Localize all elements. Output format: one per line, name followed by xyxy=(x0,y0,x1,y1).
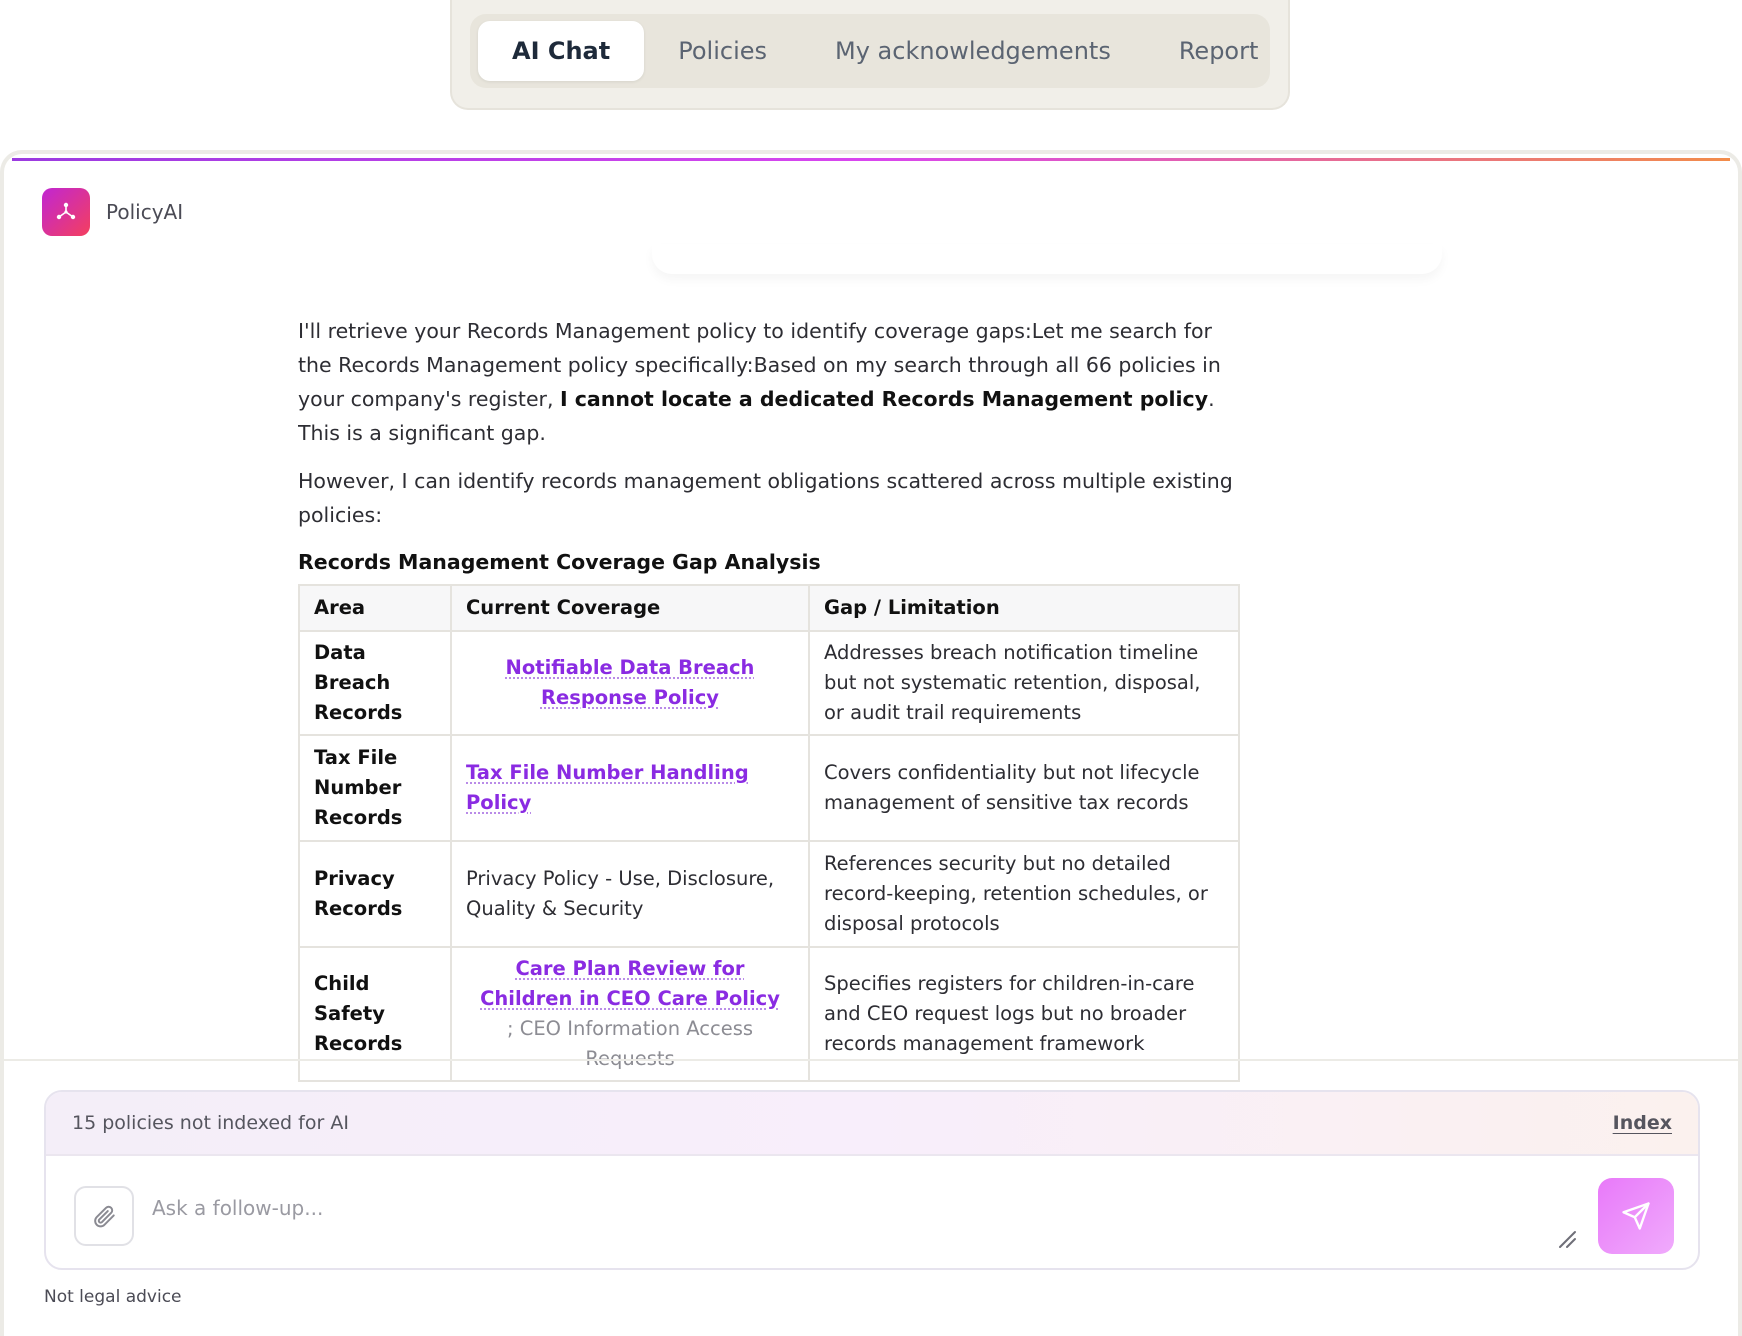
network-nodes-icon xyxy=(42,188,90,236)
coverage-extra-text: ; CEO Information Access Requests xyxy=(506,1017,754,1070)
table-row: Tax File Number Records Tax File Number … xyxy=(298,734,1240,842)
coverage-gap-table: Area Current Coverage Gap / Limitation D… xyxy=(298,584,1240,1082)
table-heading: Records Management Coverage Gap Analysis xyxy=(298,550,821,574)
gap-cell: Covers confidentiality but not lifecycle… xyxy=(808,734,1240,842)
message-composer: 15 policies not indexed for AI Index xyxy=(44,1090,1700,1270)
composer-divider xyxy=(4,1059,1738,1061)
follow-up-input[interactable] xyxy=(152,1188,1592,1228)
area-cell: Data Breach Records xyxy=(298,630,452,736)
index-notice-text: 15 policies not indexed for AI xyxy=(72,1112,349,1134)
message-paragraph-1: I'll retrieve your Records Management po… xyxy=(298,319,1221,445)
paperclip-icon xyxy=(94,1205,115,1228)
index-link[interactable]: Index xyxy=(1613,1112,1672,1134)
send-icon xyxy=(1622,1202,1650,1230)
tab-list: AI Chat Policies My acknowledgements Rep… xyxy=(470,14,1270,88)
policy-link[interactable]: Tax File Number Handling Policy xyxy=(466,761,749,814)
coverage-cell: Notifiable Data Breach Response Policy xyxy=(450,630,810,736)
top-tab-bar: AI Chat Policies My acknowledgements Rep… xyxy=(450,0,1290,110)
area-cell: Privacy Records xyxy=(298,840,452,948)
tab-policies[interactable]: Policies xyxy=(644,21,801,81)
coverage-cell: Tax File Number Handling Policy xyxy=(450,734,810,842)
policy-link[interactable]: Care Plan Review for Children in CEO Car… xyxy=(480,957,780,1010)
index-notice-bar: 15 policies not indexed for AI Index xyxy=(46,1092,1698,1156)
tab-ai-chat[interactable]: AI Chat xyxy=(478,21,645,81)
previous-message-bubble xyxy=(652,244,1442,274)
tab-report[interactable]: Report xyxy=(1145,21,1293,81)
coverage-cell: Privacy Policy - Use, Disclosure, Qualit… xyxy=(450,840,810,948)
assistant-name: PolicyAI xyxy=(106,200,184,224)
gradient-accent-line xyxy=(12,158,1730,161)
chat-panel: PolicyAI I'll retrieve your Records Mana… xyxy=(0,150,1742,1336)
resize-handle-icon[interactable] xyxy=(1556,1228,1578,1250)
legal-disclaimer: Not legal advice xyxy=(44,1287,182,1307)
message-paragraph-2: However, I can identify records manageme… xyxy=(298,469,1233,527)
area-cell: Tax File Number Records xyxy=(298,734,452,842)
column-header-area: Area xyxy=(298,584,452,632)
assistant-message: I'll retrieve your Records Management po… xyxy=(298,314,1248,1207)
policy-link[interactable]: Notifiable Data Breach Response Policy xyxy=(506,656,755,709)
tab-my-acknowledgements[interactable]: My acknowledgements xyxy=(801,21,1145,81)
column-header-gap: Gap / Limitation xyxy=(808,584,1240,632)
column-header-coverage: Current Coverage xyxy=(450,584,810,632)
send-button[interactable] xyxy=(1598,1178,1674,1254)
message-bold-statement: I cannot locate a dedicated Records Mana… xyxy=(560,387,1209,411)
gap-cell: Addresses breach notification timeline b… xyxy=(808,630,1240,736)
table-header-row: Area Current Coverage Gap / Limitation xyxy=(298,584,1240,632)
table-row: Privacy Records Privacy Policy - Use, Di… xyxy=(298,840,1240,948)
attach-button[interactable] xyxy=(74,1186,134,1246)
gap-cell: References security but no detailed reco… xyxy=(808,840,1240,948)
assistant-header: PolicyAI xyxy=(42,188,183,236)
table-row: Data Breach Records Notifiable Data Brea… xyxy=(298,630,1240,736)
